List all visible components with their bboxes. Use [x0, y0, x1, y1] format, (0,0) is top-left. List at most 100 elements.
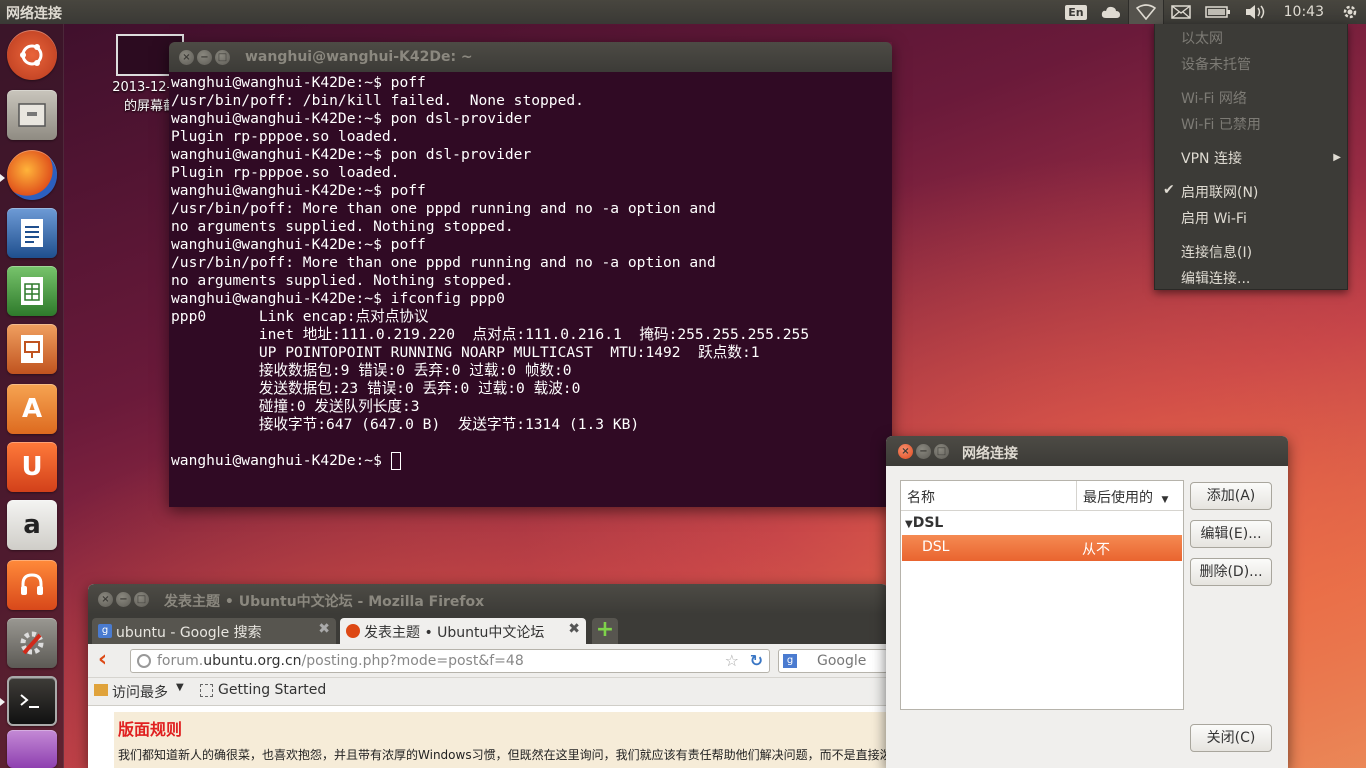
network-connections-dialog[interactable]: × − □ 网络连接 名称 最后使用的 ▼ ▼DSL DSL 从不 添加(A) …: [886, 436, 1288, 768]
terminal-prompt-line: wanghui@wanghui-K42De:~$: [171, 452, 890, 470]
connection-last-used: 从不: [1082, 542, 1110, 558]
menu-item-enable-wifi[interactable]: 启用 Wi-Fi: [1181, 208, 1247, 228]
submenu-arrow-icon: ▶: [1333, 152, 1341, 163]
clock[interactable]: 10:43: [1274, 0, 1334, 24]
page-icon: [200, 684, 213, 697]
writer-icon[interactable]: [7, 208, 57, 258]
terminal-line: Plugin rp-pppoe.so loaded.: [171, 128, 400, 145]
close-tab-icon[interactable]: ✖: [568, 621, 580, 637]
connection-row[interactable]: DSL 从不: [902, 535, 1182, 561]
minimize-icon[interactable]: −: [916, 444, 931, 459]
menu-item-connection-info[interactable]: 连接信息(I): [1181, 242, 1252, 262]
new-tab-button[interactable]: +: [592, 618, 618, 644]
terminal-title: wanghui@wanghui-K42De: ~: [245, 49, 473, 65]
ubuntu-one-icon[interactable]: U: [7, 442, 57, 492]
close-tab-icon[interactable]: ✖: [318, 621, 330, 637]
expander-icon[interactable]: ▼: [905, 519, 913, 530]
keyboard-indicator[interactable]: En: [1058, 0, 1093, 24]
firefox-titlebar[interactable]: × − □ 发表主题 • Ubuntu中文论坛 - Mozilla Firefo…: [88, 584, 888, 614]
terminal-line: wanghui@wanghui-K42De:~$ poff: [171, 74, 426, 91]
firefox-title: 发表主题 • Ubuntu中文论坛 - Mozilla Firefox: [164, 594, 485, 610]
terminal-line: inet 地址:111.0.219.220 点对点:111.0.216.1 掩码…: [171, 326, 810, 343]
ubuntu-favicon-icon: [346, 624, 360, 638]
system-settings-icon[interactable]: [7, 618, 57, 668]
files-icon[interactable]: [7, 90, 57, 140]
forum-rules-title: 版面规则: [118, 720, 183, 739]
network-menu: 以太网 设备未托管 Wi-Fi 网络 Wi-Fi 已禁用 VPN 连接 ▶ ✔ …: [1154, 24, 1348, 290]
amazon-icon[interactable]: a: [7, 500, 57, 550]
minimize-icon[interactable]: −: [197, 50, 212, 65]
bookmark-getting-started[interactable]: Getting Started: [218, 682, 326, 698]
close-icon[interactable]: ×: [179, 50, 194, 65]
maximize-icon[interactable]: □: [215, 50, 230, 65]
dialog-titlebar[interactable]: × − □ 网络连接: [886, 436, 1288, 466]
terminal-output[interactable]: wanghui@wanghui-K42De:~$ poff/usr/bin/po…: [169, 72, 892, 507]
folder-icon: [94, 684, 108, 696]
software-center-icon[interactable]: A: [7, 384, 57, 434]
url-host: ubuntu.org.cn: [203, 653, 302, 669]
calc-icon[interactable]: [7, 266, 57, 316]
firefox-window[interactable]: × − □ 发表主题 • Ubuntu中文论坛 - Mozilla Firefo…: [88, 584, 888, 768]
bookmark-star-icon[interactable]: ☆: [725, 651, 739, 670]
google-favicon-icon: g: [98, 624, 112, 638]
battery-icon[interactable]: [1198, 0, 1238, 24]
terminal-window[interactable]: × − □ wanghui@wanghui-K42De: ~ wanghui@w…: [169, 42, 892, 507]
tab-google-search[interactable]: g ubuntu - Google 搜索 ✖: [92, 618, 336, 644]
back-button[interactable]: ‹: [98, 647, 107, 672]
add-button[interactable]: 添加(A): [1190, 482, 1272, 510]
indicator-area: En 10:43: [1058, 0, 1366, 24]
page-content: 版面规则 我们都知道新人的确很菜，也喜欢抱怨，并且带有浓厚的Windows习惯，…: [88, 706, 888, 768]
search-placeholder: Google: [817, 653, 867, 669]
terminal-line: no arguments supplied. Nothing stopped.: [171, 272, 514, 289]
url-prefix: forum.: [157, 653, 204, 669]
connection-name: DSL: [922, 539, 950, 555]
reload-icon[interactable]: ↻: [750, 651, 763, 670]
terminal-icon[interactable]: [7, 676, 57, 726]
google-search-engine-icon[interactable]: g: [783, 654, 797, 668]
menu-item-unmanaged: 设备未托管: [1181, 57, 1251, 73]
bookmark-most-visited[interactable]: 访问最多: [112, 682, 168, 702]
terminal-titlebar[interactable]: × − □ wanghui@wanghui-K42De: ~: [169, 42, 892, 72]
maximize-icon[interactable]: □: [134, 592, 149, 607]
ubuntu-one-music-icon[interactable]: [7, 560, 57, 610]
bookmarks-toolbar: 访问最多 ▼ Getting Started: [88, 678, 888, 706]
firefox-icon[interactable]: [7, 150, 57, 200]
minimize-icon[interactable]: −: [116, 592, 131, 607]
gear-icon[interactable]: [1334, 0, 1366, 24]
search-box[interactable]: g Google: [778, 649, 888, 673]
workspace-switcher-icon[interactable]: [7, 730, 57, 768]
chevron-down-icon[interactable]: ▼: [176, 682, 184, 693]
delete-button[interactable]: 删除(D)...: [1190, 558, 1272, 586]
tab-ubuntu-forum[interactable]: 发表主题 • Ubuntu中文论坛 ✖: [340, 618, 586, 644]
close-icon[interactable]: ×: [898, 444, 913, 459]
cloud-icon[interactable]: [1094, 0, 1128, 24]
url-bar[interactable]: forum.ubuntu.org.cn/posting.php?mode=pos…: [130, 649, 770, 673]
column-header-name[interactable]: 名称: [901, 481, 1077, 511]
dash-home-icon[interactable]: [7, 30, 57, 80]
menu-item-wifi-disabled: Wi-Fi 已禁用: [1181, 117, 1261, 133]
column-header-last-used[interactable]: 最后使用的 ▼: [1077, 481, 1183, 511]
network-icon[interactable]: [1127, 0, 1164, 24]
terminal-prompt: wanghui@wanghui-K42De:~$: [171, 452, 391, 469]
impress-icon[interactable]: [7, 324, 57, 374]
connection-group-dsl[interactable]: ▼DSL: [901, 515, 943, 531]
edit-button[interactable]: 编辑(E)...: [1190, 520, 1272, 548]
terminal-line: 接收数据包:9 错误:0 丢弃:0 过载:0 帧数:0: [171, 362, 572, 379]
mail-icon[interactable]: [1164, 0, 1198, 24]
close-icon[interactable]: ×: [98, 592, 113, 607]
navigation-bar: ‹ forum.ubuntu.org.cn/posting.php?mode=p…: [88, 644, 888, 678]
connection-list[interactable]: 名称 最后使用的 ▼ ▼DSL DSL 从不: [900, 480, 1184, 710]
menu-item-ethernet: 以太网: [1181, 31, 1223, 47]
active-app-title: 网络连接: [6, 6, 62, 22]
menu-item-enable-networking[interactable]: 启用联网(N): [1181, 182, 1258, 202]
volume-icon[interactable]: [1238, 0, 1274, 24]
close-button[interactable]: 关闭(C): [1190, 724, 1272, 752]
menu-item-wifi-networks: Wi-Fi 网络: [1181, 91, 1247, 107]
maximize-icon[interactable]: □: [934, 444, 949, 459]
terminal-line: wanghui@wanghui-K42De:~$ ifconfig ppp0: [171, 290, 505, 307]
menu-item-edit-connections[interactable]: 编辑连接...: [1181, 268, 1250, 288]
terminal-line: 碰撞:0 发送队列长度:3: [171, 398, 420, 415]
menu-item-vpn[interactable]: VPN 连接: [1181, 148, 1242, 168]
terminal-line: wanghui@wanghui-K42De:~$ poff: [171, 236, 426, 253]
